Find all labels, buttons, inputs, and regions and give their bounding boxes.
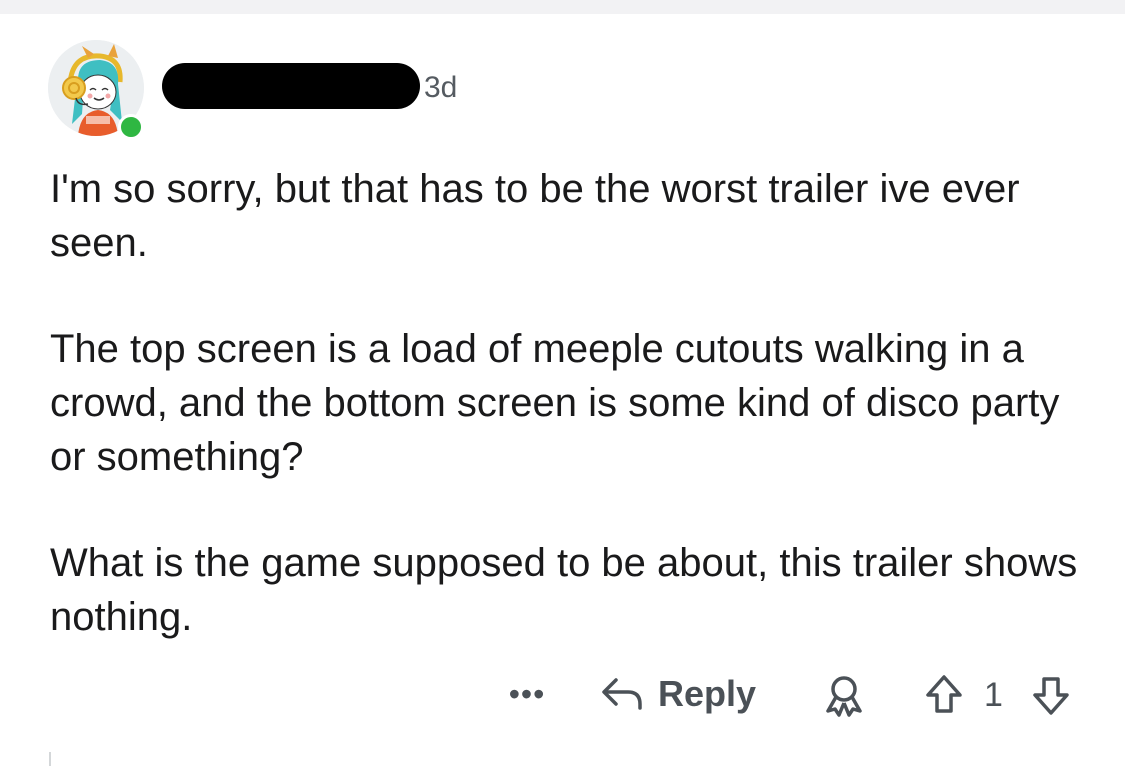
reply-button[interactable]: Reply — [600, 670, 756, 718]
award-button[interactable] — [822, 673, 866, 717]
downvote-button[interactable] — [1031, 673, 1071, 717]
upvote-button[interactable] — [924, 673, 964, 717]
comment-body: I'm so sorry, but that has to be the wor… — [50, 162, 1100, 644]
thread-line — [49, 752, 51, 766]
comment: 3d I'm so sorry, but that has to be the … — [0, 14, 1125, 766]
reply-arrow-icon — [602, 678, 642, 710]
user-avatar[interactable] — [48, 40, 144, 140]
online-status-dot — [118, 114, 144, 140]
comment-paragraph: The top screen is a load of meeple cutou… — [50, 327, 1060, 479]
top-separator — [0, 0, 1125, 14]
downvote-arrow-icon — [1033, 677, 1069, 715]
award-icon — [826, 676, 862, 717]
reply-label: Reply — [658, 673, 757, 714]
redacted-username — [162, 63, 420, 109]
upvote-arrow-icon — [926, 675, 962, 713]
comment-paragraph: I'm so sorry, but that has to be the wor… — [50, 167, 1020, 265]
vote-count: 1 — [984, 676, 1003, 714]
comment-actions-bar: ••• Reply 1 — [0, 664, 1125, 724]
comment-timestamp: 3d — [424, 71, 458, 104]
more-options-button[interactable]: ••• — [504, 676, 550, 712]
comment-paragraph: What is the game supposed to be about, t… — [50, 541, 1078, 639]
